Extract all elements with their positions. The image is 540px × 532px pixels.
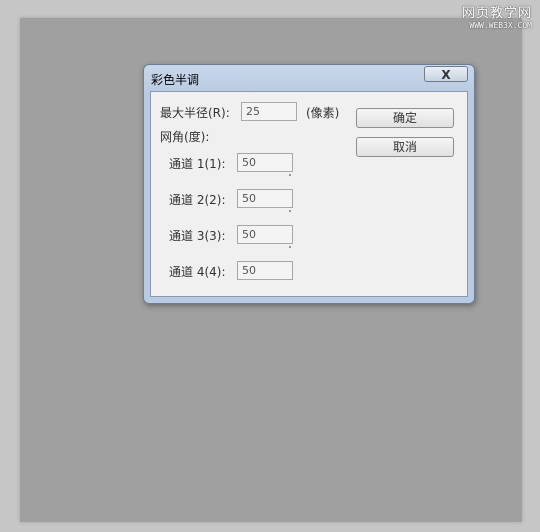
close-icon: X [441, 68, 451, 82]
cancel-button[interactable]: 取消 [356, 137, 454, 157]
dialog-body: 最大半径(R): 25 (像素) 网角(度): 通道 1(1): 50 通道 2… [150, 91, 468, 297]
channel-1-input[interactable]: 50 [237, 153, 293, 172]
channel-2-input[interactable]: 50 [237, 189, 293, 208]
channel-3-label: 通道 3(3): [169, 229, 226, 243]
channel-4-input[interactable]: 50 [237, 261, 293, 280]
channel-4-label: 通道 4(4): [169, 265, 226, 279]
watermark: 网页教学网 WWW.WEB3X.COM [462, 6, 532, 30]
dialog-titlebar[interactable]: 彩色半调 X [144, 65, 474, 91]
channel-1-tick [289, 174, 291, 176]
color-halftone-dialog: 彩色半调 X 最大半径(R): 25 (像素) 网角(度): 通道 1(1): … [143, 64, 475, 304]
close-button[interactable]: X [424, 66, 468, 82]
ok-button[interactable]: 确定 [356, 108, 454, 128]
channel-3-tick [289, 246, 291, 248]
screen-angles-label: 网角(度): [160, 130, 210, 144]
max-radius-unit: (像素) [306, 106, 340, 120]
max-radius-label: 最大半径(R): [160, 106, 230, 120]
channel-2-tick [289, 210, 291, 212]
channel-3-input[interactable]: 50 [237, 225, 293, 244]
max-radius-input[interactable]: 25 [241, 102, 297, 121]
watermark-title: 网页教学网 [461, 6, 532, 21]
channel-2-label: 通道 2(2): [169, 193, 226, 207]
watermark-url: WWW.WEB3X.COM [469, 21, 532, 30]
channel-1-label: 通道 1(1): [169, 157, 226, 171]
dialog-title: 彩色半调 [151, 73, 200, 87]
